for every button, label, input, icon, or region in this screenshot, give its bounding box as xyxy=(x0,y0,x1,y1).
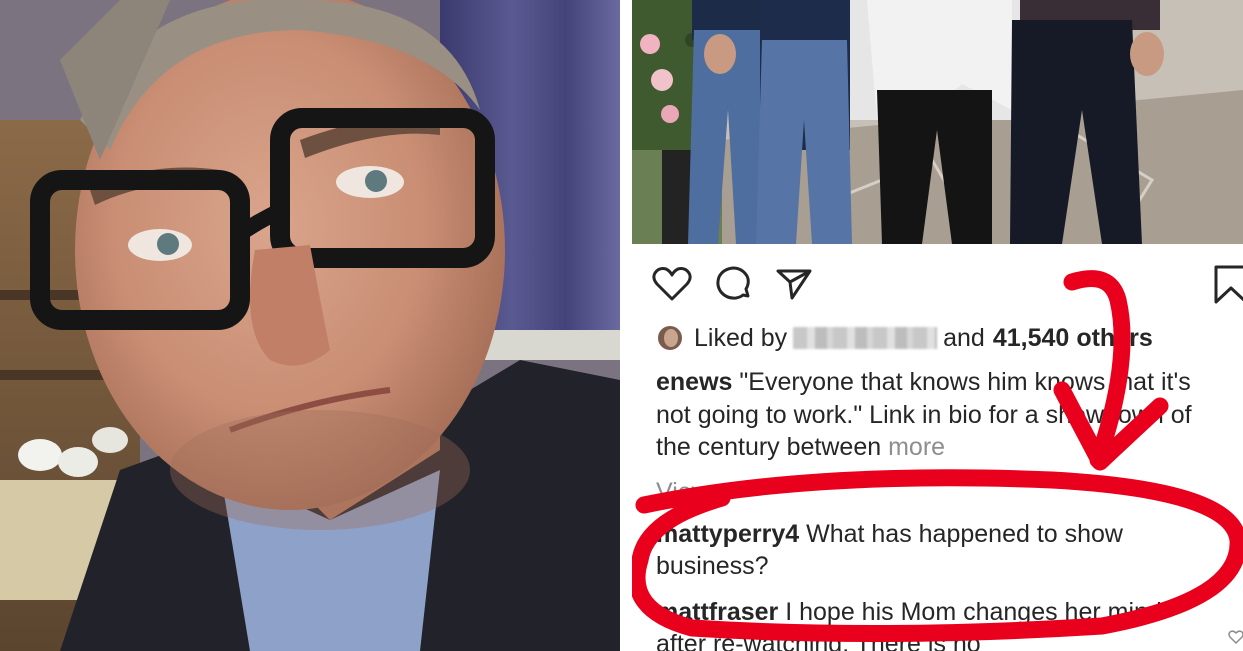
liked-by-and: and xyxy=(943,323,985,352)
post-caption: enews "Everyone that knows him knows tha… xyxy=(656,366,1226,464)
likes-row[interactable]: Liked by and 41,540 others xyxy=(656,320,1243,356)
liker-avatar xyxy=(656,324,684,352)
heart-icon[interactable] xyxy=(650,262,694,306)
share-icon[interactable] xyxy=(772,262,816,306)
comment-like-icon[interactable] xyxy=(1228,630,1243,649)
comment-username[interactable]: mattfraser xyxy=(656,598,778,626)
post-action-bar xyxy=(632,244,1243,320)
comment-item: mattyperry4 What has happened to show bu… xyxy=(656,518,1216,582)
bookmark-icon[interactable] xyxy=(1208,262,1243,306)
likes-others[interactable]: others xyxy=(1076,324,1152,353)
comment-icon[interactable] xyxy=(712,262,756,306)
selfie-photo xyxy=(0,0,620,651)
blurred-liker-name xyxy=(793,327,938,349)
liked-by-label: Liked by xyxy=(694,323,788,352)
comment-username[interactable]: mattyperry4 xyxy=(656,520,799,548)
caption-username[interactable]: enews xyxy=(656,368,732,396)
panel-divider xyxy=(620,0,632,651)
post-photo[interactable] xyxy=(632,0,1243,244)
view-all-comments-link[interactable]: View all xyxy=(656,477,742,497)
comment-item: mattfraser I hope his Mom changes her mi… xyxy=(656,596,1216,651)
caption-more-link[interactable]: more xyxy=(888,433,945,461)
likes-count[interactable]: 41,540 xyxy=(993,324,1069,353)
instagram-post: Liked by and 41,540 others enews "Everyo… xyxy=(632,0,1243,651)
